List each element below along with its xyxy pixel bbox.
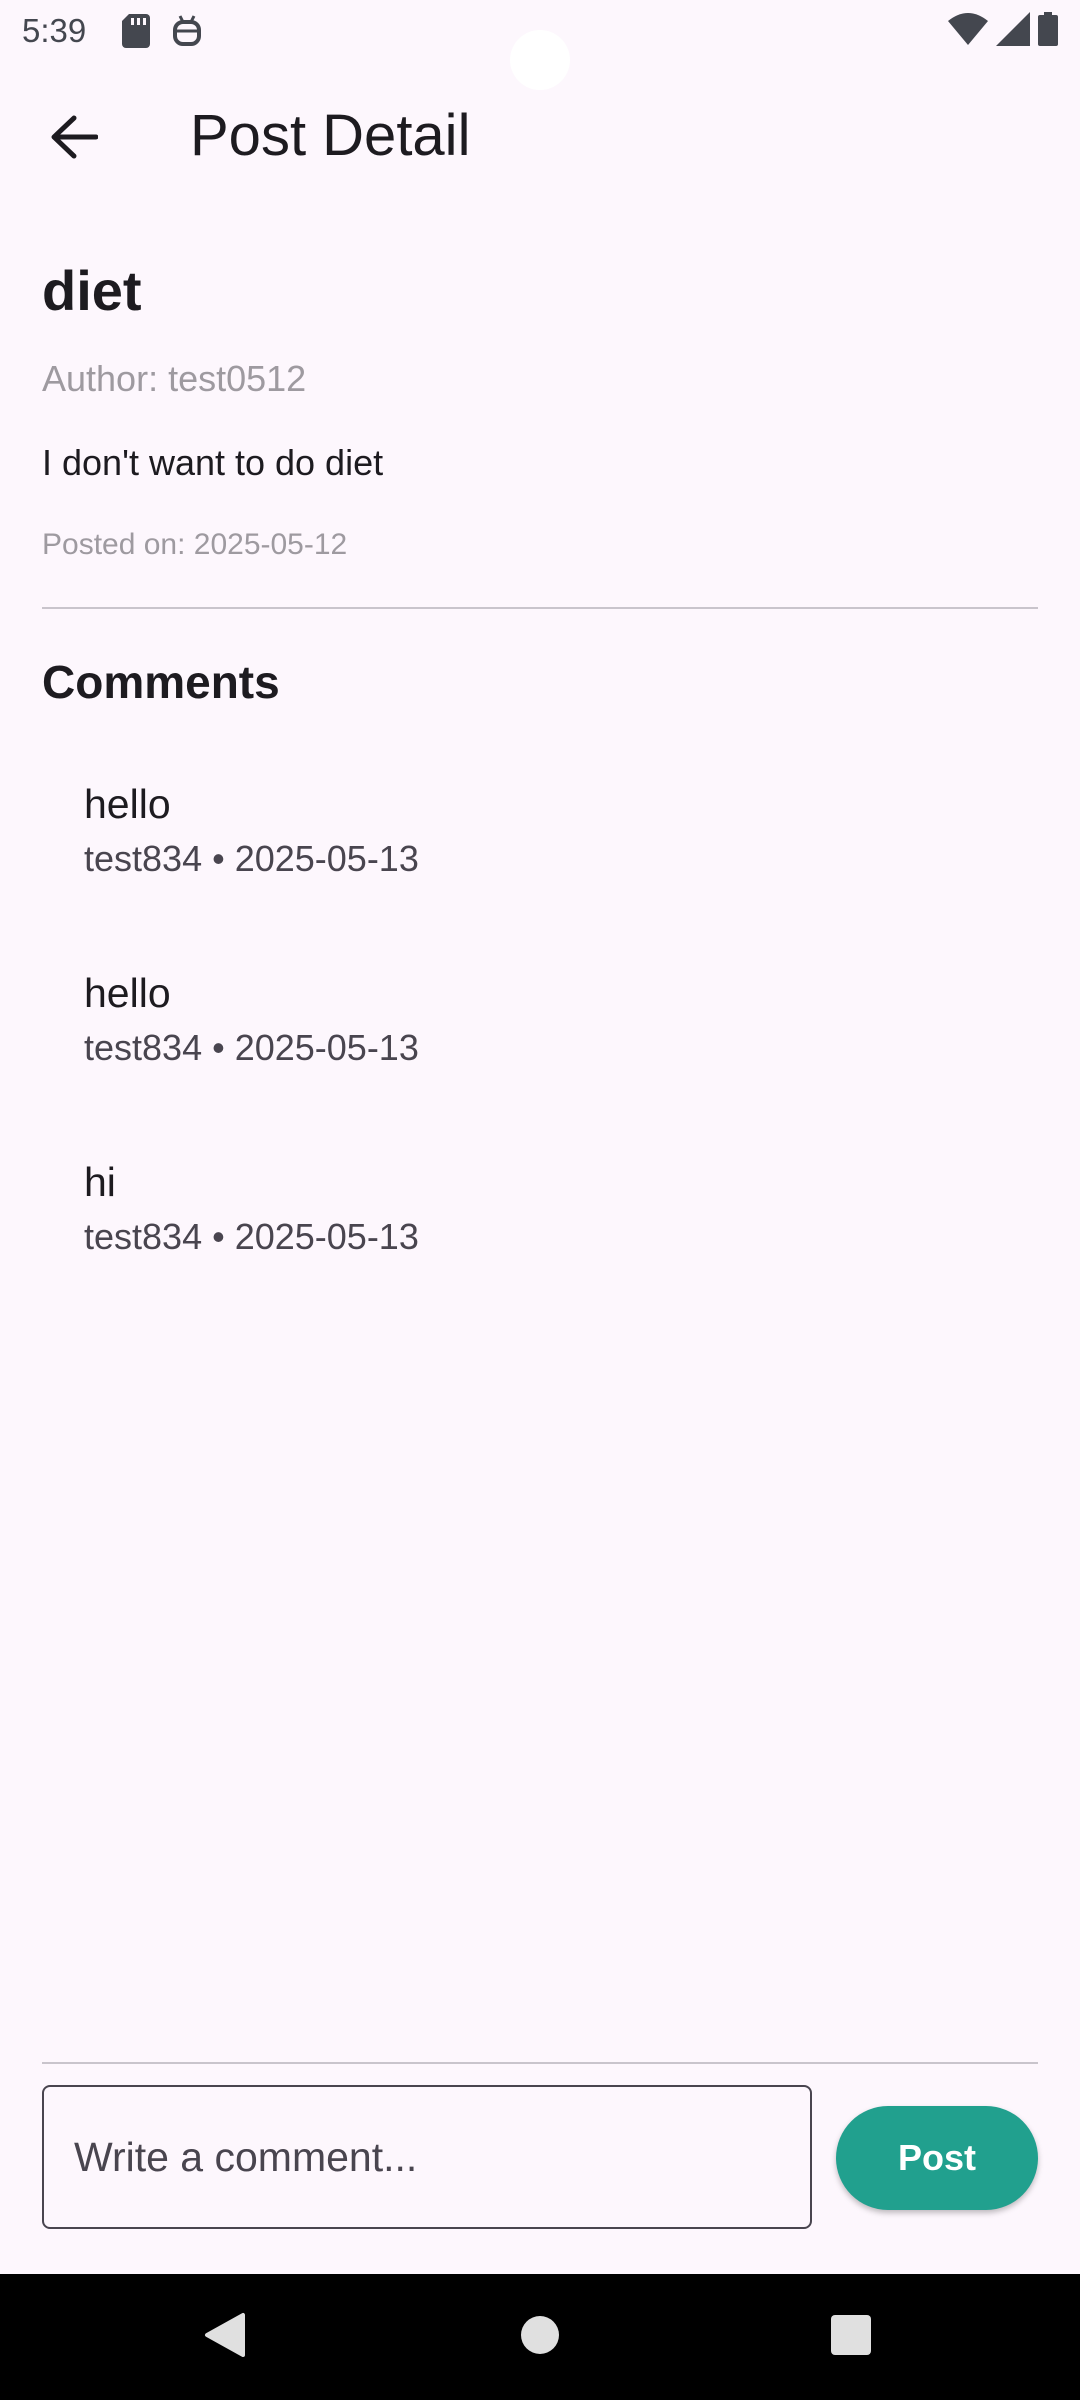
system-nav-bar: [0, 2274, 1080, 2400]
comment-text: hi: [84, 1159, 116, 1205]
home-circle-icon: [520, 2315, 560, 2360]
nav-recents-button[interactable]: [818, 2304, 884, 2370]
comment-meta: test834 • 2025-05-13: [84, 838, 419, 879]
comment-item: hello test834 • 2025-05-13: [84, 967, 984, 1071]
comment-meta: test834 • 2025-05-13: [84, 1216, 419, 1257]
status-right-icons: [948, 12, 1058, 51]
post-divider: [42, 607, 1038, 609]
status-time: 5:39: [22, 12, 87, 49]
post-button[interactable]: Post: [836, 2106, 1038, 2210]
comments-heading: Comments: [42, 656, 280, 708]
post-content: I don't want to do diet: [42, 442, 384, 483]
recents-square-icon: [830, 2314, 872, 2361]
back-button[interactable]: [40, 105, 108, 173]
battery-icon: [1038, 12, 1058, 51]
status-left-icons: [122, 14, 202, 53]
arrow-back-icon: [50, 115, 99, 164]
nav-home-button[interactable]: [507, 2304, 573, 2370]
composer-divider: [42, 2062, 1038, 2064]
post-date: Posted on: 2025-05-12: [42, 528, 348, 561]
wifi-icon: [948, 13, 988, 50]
sd-card-icon: [122, 14, 150, 53]
post-title: diet: [42, 259, 142, 322]
post-author: Author: test0512: [42, 358, 307, 399]
status-bar: 5:39: [0, 0, 1080, 90]
comment-text: hello: [84, 781, 171, 827]
signal-icon: [996, 12, 1030, 51]
comment-meta: test834 • 2025-05-13: [84, 1027, 419, 1068]
app-bar: Post Detail: [0, 80, 1080, 190]
comment-item: hello test834 • 2025-05-13: [84, 778, 984, 882]
comment-item: hi test834 • 2025-05-13: [84, 1156, 984, 1260]
robot-icon: [172, 14, 202, 53]
comment-input[interactable]: [42, 2085, 812, 2229]
nav-back-button[interactable]: [192, 2304, 258, 2370]
comment-text: hello: [84, 970, 171, 1016]
page-title: Post Detail: [190, 103, 471, 168]
back-triangle-icon: [203, 2311, 247, 2364]
